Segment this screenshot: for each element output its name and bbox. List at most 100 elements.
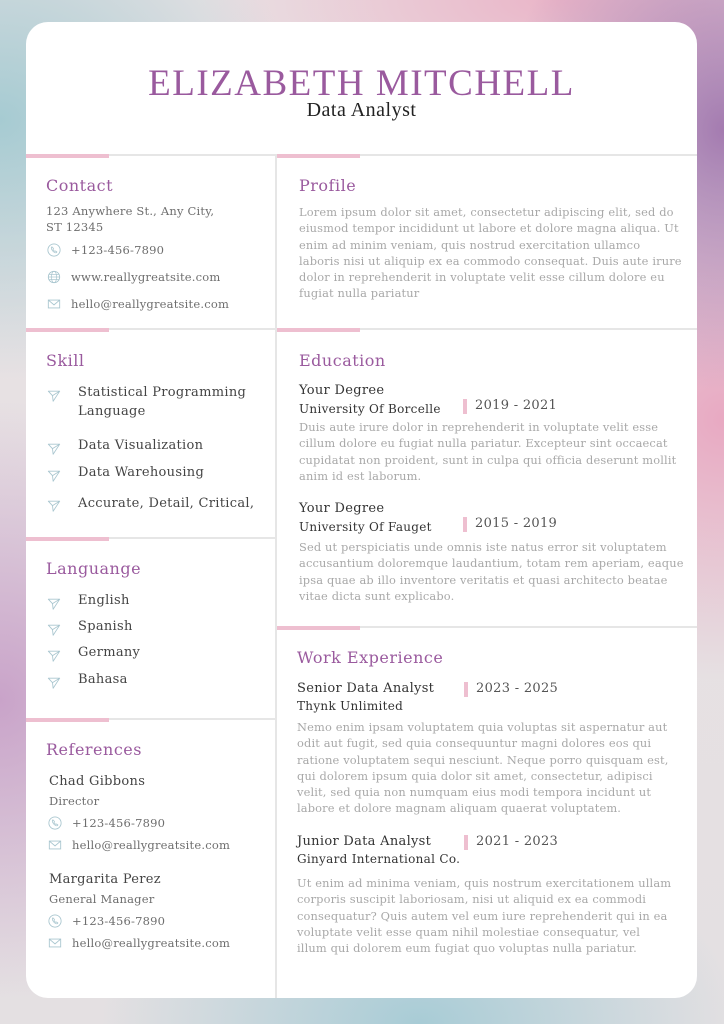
profile-line: Lorem ipsum dolor sit amet, consectetur … bbox=[299, 205, 674, 219]
experience-description: Ut enim ad minima veniam, quis nostrum e… bbox=[297, 875, 695, 956]
company-name: Ginyard International Co. bbox=[297, 852, 461, 866]
send-arrow-icon bbox=[47, 500, 61, 512]
send-arrow-icon bbox=[47, 624, 61, 636]
accent-bar bbox=[277, 328, 360, 332]
skill-heading: Skill bbox=[46, 351, 85, 370]
job-title: Data Analyst bbox=[306, 99, 417, 121]
address-line-2: ST 12345 bbox=[46, 220, 104, 234]
profile-line: eiusmod tempor incididunt ut labore et d… bbox=[299, 221, 679, 236]
divider-column bbox=[275, 154, 277, 998]
reference-name: Chad Gibbons bbox=[49, 774, 146, 789]
reference-phone[interactable]: +123-456-7890 bbox=[72, 815, 165, 831]
skill-label-cont: Language bbox=[78, 404, 146, 419]
send-arrow-icon bbox=[47, 390, 61, 402]
mail-icon bbox=[48, 840, 62, 850]
description-line: cupidatat non proident, sunt in culpa qu… bbox=[299, 452, 677, 467]
profile-heading: Profile bbox=[299, 176, 357, 195]
education-description: Sed ut perspiciatis unde omnis iste natu… bbox=[299, 539, 694, 604]
description-line: labore et dolore magnam aliquam quaerat … bbox=[297, 801, 622, 816]
profile-line: dolor in reprehenderit in voluptate veli… bbox=[299, 270, 665, 285]
skill-label: Data Warehousing bbox=[78, 465, 205, 480]
description-line: corporis suscipit laboriosam, nisi ut al… bbox=[297, 892, 647, 907]
reference-email[interactable]: hello@reallygreatsite.com bbox=[72, 837, 230, 853]
send-arrow-icon bbox=[47, 677, 61, 689]
phone-icon bbox=[47, 243, 61, 257]
school: University Of Borcelle bbox=[299, 402, 441, 416]
mail-icon bbox=[48, 938, 62, 948]
description-line: velit, sed quia non numquam eius modi te… bbox=[297, 785, 652, 800]
reference-email[interactable]: hello@reallygreatsite.com bbox=[72, 935, 230, 951]
resume-page: ELIZABETH MITCHELL Data Analyst Contact … bbox=[26, 22, 697, 998]
skill-label: Accurate, Detail, Critical, bbox=[78, 496, 255, 511]
language-item: Bahasa bbox=[78, 672, 128, 687]
language-item: English bbox=[78, 593, 130, 608]
phone-icon bbox=[48, 914, 62, 928]
degree: Your Degree bbox=[299, 383, 385, 398]
skill-label: Data Visualization bbox=[78, 438, 204, 453]
language-heading: Languange bbox=[46, 559, 142, 578]
send-arrow-icon bbox=[47, 470, 61, 482]
phone-icon bbox=[48, 816, 62, 830]
description-line: consequatur? Quis autem vel eum iure rep… bbox=[297, 908, 668, 923]
year-marker bbox=[463, 517, 467, 532]
accent-bar bbox=[277, 154, 360, 158]
description-line: Nemo enim ipsam voluptatem quia voluptas… bbox=[297, 720, 668, 734]
accent-bar bbox=[277, 626, 360, 630]
skill-label: Statistical Programming bbox=[78, 385, 247, 400]
description-line: Ut enim ad minima veniam, quis nostrum e… bbox=[297, 876, 672, 890]
experience-years: 2021 - 2023 bbox=[476, 834, 559, 849]
accent-bar bbox=[26, 718, 109, 722]
profile-line: laboris nisi ut aliquip ex ea commodo co… bbox=[299, 253, 682, 268]
year-marker bbox=[463, 399, 467, 414]
send-arrow-icon bbox=[47, 443, 61, 455]
reference-phone[interactable]: +123-456-7890 bbox=[72, 913, 165, 929]
description-line: ipsa quae ab illo inventore veritatis et… bbox=[299, 572, 668, 587]
reference-role: Director bbox=[49, 794, 100, 808]
description-line: Duis aute irure dolor in reprehenderit i… bbox=[299, 420, 659, 434]
profile-line: fugiat nulla pariatur bbox=[299, 286, 420, 301]
experience-description: Nemo enim ipsam voluptatem quia voluptas… bbox=[297, 719, 695, 817]
education-years: 2015 - 2019 bbox=[475, 516, 558, 531]
position-title: Senior Data Analyst bbox=[297, 681, 435, 696]
description-line: ratione voluptatem sequi nesciunt. Neque… bbox=[297, 752, 669, 767]
profile-text: Lorem ipsum dolor sit amet, consectetur … bbox=[299, 204, 694, 302]
description-line: odit aut fugit, sed quia consequuntur ma… bbox=[297, 736, 652, 751]
language-item: Germany bbox=[78, 645, 141, 660]
send-arrow-icon bbox=[47, 650, 61, 662]
experience-years: 2023 - 2025 bbox=[476, 681, 559, 696]
accent-bar bbox=[26, 328, 109, 332]
references-heading: References bbox=[46, 740, 142, 759]
description-line: vitae dicta sunt explicabo. bbox=[299, 588, 455, 603]
address-line-1: 123 Anywhere St., Any City, bbox=[46, 204, 215, 218]
language-item: Spanish bbox=[78, 619, 133, 634]
resume-header: ELIZABETH MITCHELL Data Analyst bbox=[26, 22, 697, 154]
contact-website[interactable]: www.reallygreatsite.com bbox=[71, 269, 221, 285]
send-arrow-icon bbox=[47, 598, 61, 610]
description-line: illum qui dolorem eum fugiat quo volupta… bbox=[297, 941, 637, 956]
contact-phone[interactable]: +123-456-7890 bbox=[71, 242, 164, 258]
description-line: accusantium doloremque laudantium, totam… bbox=[299, 556, 684, 571]
mail-icon bbox=[47, 299, 61, 309]
school: University Of Fauget bbox=[299, 520, 432, 534]
description-line: qui dolorem ipsum quia dolor sit amet, c… bbox=[297, 768, 653, 783]
position-title: Junior Data Analyst bbox=[297, 834, 432, 849]
divider-top bbox=[26, 154, 697, 156]
year-marker bbox=[464, 682, 468, 697]
profile-line: enim ad minim veniam, quis nostrud exerc… bbox=[299, 237, 641, 252]
degree: Your Degree bbox=[299, 501, 385, 516]
education-description: Duis aute irure dolor in reprehenderit i… bbox=[299, 419, 694, 484]
description-line: Sed ut perspiciatis unde omnis iste natu… bbox=[299, 540, 667, 554]
education-heading: Education bbox=[299, 351, 386, 370]
year-marker bbox=[464, 835, 468, 850]
company-name: Thynk Unlimited bbox=[297, 699, 404, 713]
description-line: cillum dolore eu fugiat nulla pariatur. … bbox=[299, 436, 668, 451]
reference-role: General Manager bbox=[49, 892, 155, 906]
experience-heading: Work Experience bbox=[297, 648, 444, 667]
globe-icon bbox=[47, 270, 61, 284]
accent-bar bbox=[26, 154, 109, 158]
contact-heading: Contact bbox=[46, 176, 114, 195]
education-years: 2019 - 2021 bbox=[475, 398, 558, 413]
accent-bar bbox=[26, 537, 109, 541]
description-line: anim id est laborum. bbox=[299, 468, 422, 483]
contact-email[interactable]: hello@reallygreatsite.com bbox=[71, 296, 229, 312]
